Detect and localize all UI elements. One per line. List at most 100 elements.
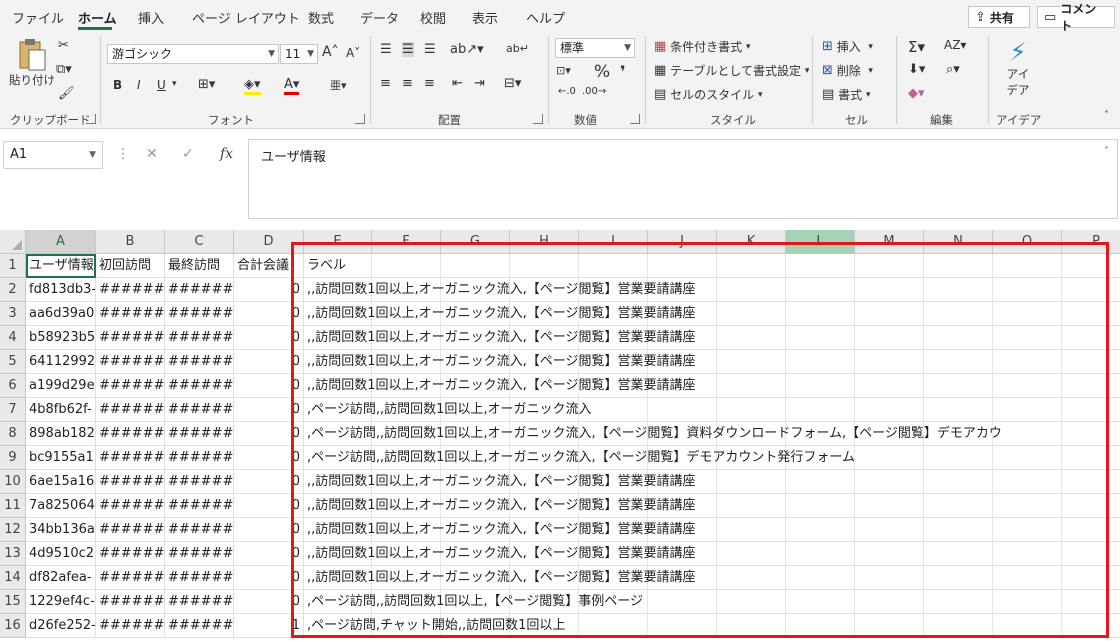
- cancel-icon[interactable]: ✕: [146, 146, 158, 162]
- cut-icon[interactable]: ✂: [58, 38, 69, 53]
- column-header-o[interactable]: O: [993, 230, 1062, 254]
- row-header[interactable]: 11: [0, 494, 26, 518]
- cell[interactable]: #######: [96, 566, 165, 590]
- share-button[interactable]: ⇪ 共有: [968, 6, 1030, 28]
- format-as-table-button[interactable]: ▦ テーブルとして書式設定 ▾: [654, 62, 809, 79]
- cell[interactable]: 0: [234, 326, 304, 350]
- expand-formula-icon[interactable]: ˄: [1104, 146, 1109, 157]
- row-header[interactable]: 10: [0, 470, 26, 494]
- tab-page-layout[interactable]: ページ レイアウト: [192, 8, 300, 27]
- cell[interactable]: 0: [234, 446, 304, 470]
- cell[interactable]: #######: [165, 494, 234, 518]
- copy-icon[interactable]: ⧉▾: [56, 62, 72, 77]
- cell[interactable]: 0: [234, 278, 304, 302]
- tab-data[interactable]: データ: [360, 8, 399, 27]
- select-all-button[interactable]: [0, 230, 26, 254]
- tab-view[interactable]: 表示: [472, 8, 498, 27]
- increase-decimal-icon[interactable]: ←.0: [558, 86, 576, 97]
- insert-cells-button[interactable]: ⊞ 挿入 ▾: [822, 38, 873, 55]
- row-header[interactable]: 6: [0, 374, 26, 398]
- column-header-e[interactable]: E: [304, 230, 372, 254]
- cell[interactable]: 0: [234, 302, 304, 326]
- row-header[interactable]: 15: [0, 590, 26, 614]
- name-box[interactable]: A1 ▼: [3, 141, 103, 169]
- row-header[interactable]: 16: [0, 614, 26, 638]
- cell[interactable]: #######: [96, 326, 165, 350]
- column-header-i[interactable]: I: [579, 230, 648, 254]
- merge-center-icon[interactable]: ⊟▾: [504, 76, 521, 91]
- comment-button[interactable]: ▭ コメント: [1037, 2, 1115, 33]
- cell[interactable]: #######: [96, 446, 165, 470]
- collapse-ribbon-icon[interactable]: ˄: [1104, 110, 1109, 121]
- insert-function-button[interactable]: fx: [220, 146, 233, 162]
- bold-button[interactable]: B: [113, 78, 122, 92]
- column-header-j[interactable]: J: [648, 230, 717, 254]
- tab-insert[interactable]: 挿入: [138, 8, 164, 27]
- column-header-p[interactable]: P: [1062, 230, 1120, 254]
- cell[interactable]: 4d9510c2: [26, 542, 96, 566]
- column-header-h[interactable]: H: [510, 230, 579, 254]
- autosum-icon[interactable]: Σ▾: [908, 38, 925, 56]
- currency-icon[interactable]: ⊡▾: [556, 64, 571, 77]
- cell[interactable]: #######: [165, 566, 234, 590]
- row-header[interactable]: 1: [0, 254, 26, 278]
- formula-input[interactable]: ユーザ情報: [248, 139, 1118, 219]
- cell[interactable]: bc9155a1: [26, 446, 96, 470]
- row-header[interactable]: 14: [0, 566, 26, 590]
- font-color-icon[interactable]: A▾: [284, 77, 300, 95]
- enter-icon[interactable]: ✓: [182, 146, 194, 162]
- cell[interactable]: 1229ef4c-: [26, 590, 96, 614]
- font-name-combo[interactable]: 游ゴシック ▼: [107, 44, 279, 64]
- wrap-text-icon[interactable]: ab↵: [506, 42, 529, 55]
- row-header[interactable]: 4: [0, 326, 26, 350]
- cell[interactable]: #######: [165, 374, 234, 398]
- cell[interactable]: #######: [165, 446, 234, 470]
- cell[interactable]: #######: [96, 398, 165, 422]
- cell[interactable]: #######: [165, 614, 234, 638]
- column-header-k[interactable]: K: [717, 230, 786, 254]
- cell[interactable]: 64112992-: [26, 350, 96, 374]
- align-bottom-icon[interactable]: ☰: [424, 42, 436, 57]
- increase-font-icon[interactable]: A˄: [322, 44, 339, 60]
- cell[interactable]: #######: [96, 350, 165, 374]
- column-header-m[interactable]: M: [855, 230, 924, 254]
- cell[interactable]: 0: [234, 518, 304, 542]
- cell[interactable]: a199d29e: [26, 374, 96, 398]
- cell[interactable]: 0: [234, 398, 304, 422]
- cell[interactable]: aa6d39a0: [26, 302, 96, 326]
- cell[interactable]: #######: [165, 326, 234, 350]
- cell[interactable]: 0: [234, 470, 304, 494]
- conditional-format-button[interactable]: ▦ 条件付き書式 ▾: [654, 38, 751, 55]
- cell[interactable]: #######: [165, 398, 234, 422]
- cell[interactable]: #######: [165, 422, 234, 446]
- cell[interactable]: #######: [96, 470, 165, 494]
- cell[interactable]: df82afea-: [26, 566, 96, 590]
- cell[interactable]: 0: [234, 494, 304, 518]
- column-header-b[interactable]: B: [96, 230, 165, 254]
- number-format-combo[interactable]: 標準 ▼: [555, 38, 635, 58]
- increase-indent-icon[interactable]: ⇥: [474, 76, 485, 91]
- cell[interactable]: fd813db3-: [26, 278, 96, 302]
- row-header[interactable]: 8: [0, 422, 26, 446]
- column-header-c[interactable]: C: [165, 230, 234, 254]
- format-painter-icon[interactable]: 🖌: [58, 86, 75, 101]
- chevron-down-icon[interactable]: ▾: [172, 79, 177, 89]
- number-launcher-icon[interactable]: [630, 114, 640, 124]
- underline-button[interactable]: U: [157, 78, 166, 92]
- tab-review[interactable]: 校閲: [420, 8, 446, 27]
- clear-icon[interactable]: ◆▾: [908, 86, 925, 101]
- cell[interactable]: 1: [234, 614, 304, 638]
- format-cells-button[interactable]: ▤ 書式 ▾: [822, 86, 871, 103]
- cell[interactable]: 0: [234, 350, 304, 374]
- tab-file[interactable]: ファイル: [12, 8, 64, 27]
- tab-formulas[interactable]: 数式: [308, 8, 334, 27]
- cell[interactable]: 0: [234, 590, 304, 614]
- column-header-f[interactable]: F: [372, 230, 441, 254]
- fill-color-icon[interactable]: ◈▾: [244, 77, 261, 95]
- orientation-icon[interactable]: ab↗▾: [450, 42, 484, 57]
- cell[interactable]: 0: [234, 566, 304, 590]
- cell[interactable]: 0: [234, 422, 304, 446]
- cell-styles-button[interactable]: ▤ セルのスタイル ▾: [654, 86, 763, 103]
- cell[interactable]: 合計会議: [234, 254, 304, 278]
- cell[interactable]: #######: [165, 350, 234, 374]
